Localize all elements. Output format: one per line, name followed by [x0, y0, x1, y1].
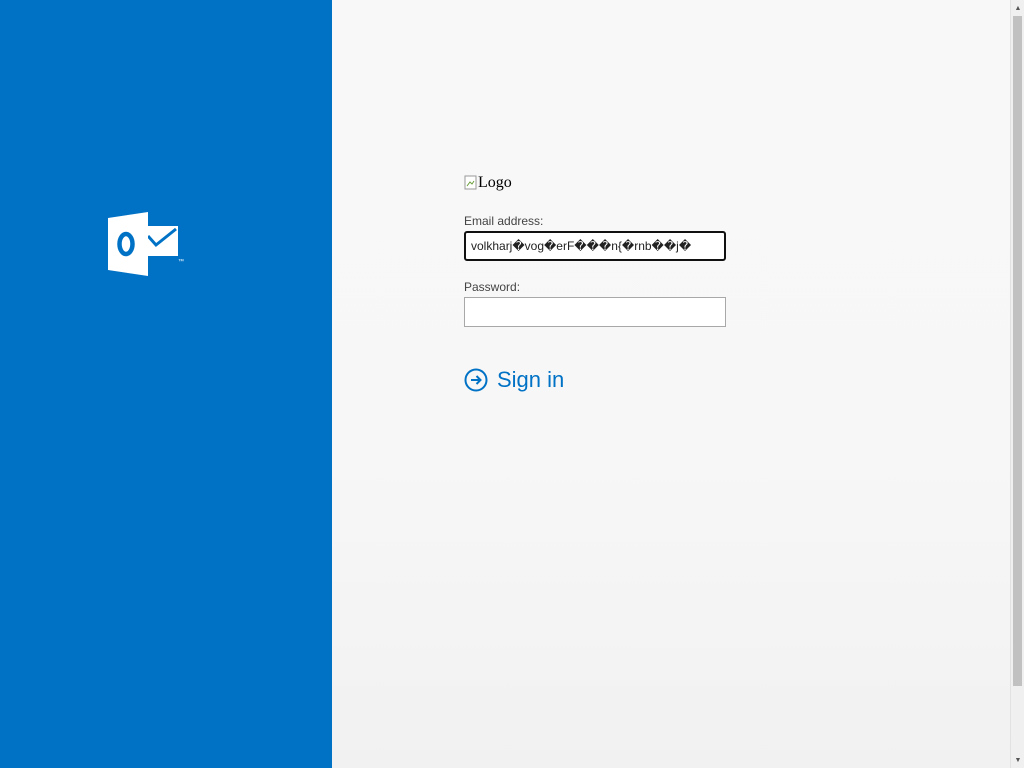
vertical-scrollbar[interactable]: ▲ ▼ — [1010, 0, 1024, 768]
email-field[interactable]: volkharj�vog�erF���n{�rnb��j� — [464, 231, 726, 261]
password-label: Password: — [464, 280, 521, 294]
scroll-down-arrow-icon[interactable]: ▼ — [1011, 753, 1024, 767]
login-page: ™ Logo Email address: volkharj�vog�erF��… — [0, 0, 1024, 768]
outlook-logo-icon: ™ — [108, 212, 184, 276]
logo-image: Logo — [464, 173, 734, 193]
broken-image-icon — [464, 175, 477, 190]
login-panel: Logo Email address: volkharj�vog�erF���n… — [332, 0, 1010, 768]
sign-in-label: Sign in — [497, 367, 565, 392]
svg-text:™: ™ — [178, 258, 184, 265]
brand-panel: ™ — [0, 0, 332, 768]
email-label: Email address: — [464, 214, 544, 228]
password-field[interactable] — [464, 297, 726, 327]
arrow-circle-right-icon — [464, 368, 488, 392]
logo-alt-text: Logo — [478, 174, 512, 191]
scroll-thumb[interactable] — [1013, 16, 1022, 686]
login-form: Logo Email address: volkharj�vog�erF���n… — [464, 173, 734, 393]
scroll-up-arrow-icon[interactable]: ▲ — [1011, 1, 1024, 15]
sign-in-button[interactable]: Sign in — [464, 367, 734, 393]
